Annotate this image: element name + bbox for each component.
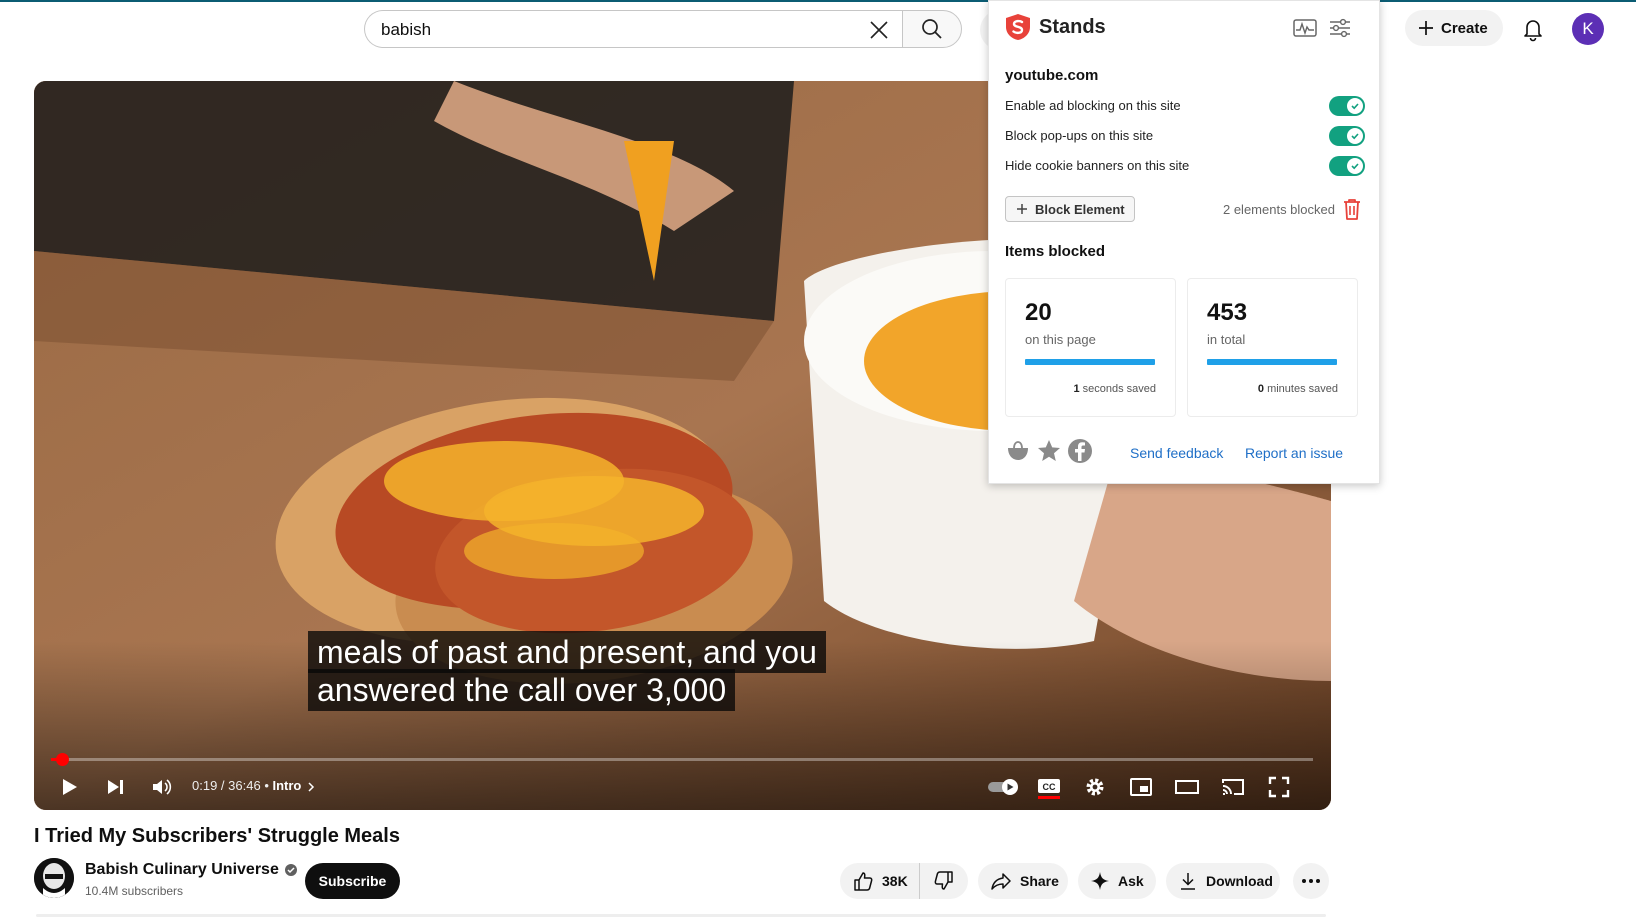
- more-actions-button[interactable]: [1293, 863, 1329, 899]
- window-top-border: [0, 0, 1636, 2]
- subscribe-button[interactable]: Subscribe: [305, 863, 400, 899]
- settings-gear-icon[interactable]: [1080, 772, 1110, 802]
- clear-search-icon[interactable]: [866, 17, 892, 43]
- ask-label: Ask: [1118, 873, 1144, 889]
- search-button[interactable]: [902, 10, 962, 48]
- caption-line: answered the call over 3,000: [308, 669, 736, 711]
- fullscreen-icon[interactable]: [1264, 772, 1294, 802]
- next-icon[interactable]: [100, 772, 130, 802]
- channel-name[interactable]: Babish Culinary Universe: [85, 861, 298, 879]
- time-separator: /: [217, 778, 229, 793]
- closed-captions-icon[interactable]: CC: [1034, 772, 1064, 802]
- popups-toggle[interactable]: [1329, 126, 1365, 146]
- user-avatar[interactable]: K: [1572, 13, 1604, 45]
- like-button[interactable]: 38K: [840, 863, 920, 899]
- more-horizontal-icon: [1301, 878, 1321, 884]
- download-icon: [1178, 871, 1198, 891]
- miniplayer-icon[interactable]: [1126, 772, 1156, 802]
- current-site: youtube.com: [1005, 67, 1099, 84]
- like-count: 38K: [882, 873, 908, 889]
- download-button[interactable]: Download: [1166, 863, 1280, 899]
- total-blocked-count: 453: [1207, 299, 1248, 326]
- extension-header: Stands: [1005, 13, 1106, 41]
- toggle-row-popups: Block pop-ups on this site: [1005, 125, 1365, 147]
- cast-icon[interactable]: [1218, 772, 1248, 802]
- autoplay-toggle-icon[interactable]: [984, 772, 1024, 802]
- elements-blocked-count: 2 elements blocked: [1222, 202, 1335, 217]
- check-icon: [1347, 128, 1363, 144]
- plus-icon: [1016, 203, 1028, 215]
- page-blocked-label: on this page: [1025, 332, 1096, 347]
- stands-extension-popup: Stands youtube.com Enable ad blocking on…: [988, 0, 1380, 484]
- toggle-row-ad-blocking: Enable ad blocking on this site: [1005, 95, 1365, 117]
- block-element-button[interactable]: Block Element: [1005, 196, 1135, 222]
- toggle-label: Block pop-ups on this site: [1005, 128, 1154, 143]
- dislike-button[interactable]: [920, 863, 968, 899]
- search-box[interactable]: [364, 10, 902, 49]
- toggle-label: Enable ad blocking on this site: [1005, 98, 1181, 113]
- verified-badge-icon: [284, 863, 298, 877]
- video-title: I Tried My Subscribers' Struggle Meals: [34, 825, 400, 847]
- play-icon[interactable]: [54, 772, 84, 802]
- chrome-store-icon[interactable]: [1005, 438, 1031, 464]
- chapter-title[interactable]: Intro: [272, 778, 301, 793]
- ad-blocking-toggle[interactable]: [1329, 96, 1365, 116]
- activity-chart-icon[interactable]: [1293, 18, 1317, 38]
- player-controls: 0:19 / 36:46 • Intro CC: [34, 764, 1331, 810]
- plus-icon: [1417, 19, 1435, 37]
- page-blocked-count: 20: [1025, 299, 1052, 326]
- extension-name: Stands: [1039, 15, 1106, 38]
- ask-button[interactable]: Ask: [1078, 863, 1156, 899]
- page-stat-bar: [1025, 359, 1155, 365]
- download-label: Download: [1206, 873, 1273, 889]
- chevron-right-icon[interactable]: [305, 781, 317, 793]
- total-time: 36:46: [228, 778, 261, 793]
- time-display: 0:19 / 36:46 • Intro: [192, 778, 317, 793]
- share-arrow-icon: [990, 870, 1012, 892]
- thumbs-up-icon: [852, 870, 874, 892]
- share-button[interactable]: Share: [978, 863, 1068, 899]
- chapter-separator: •: [260, 778, 273, 793]
- create-label: Create: [1441, 19, 1488, 37]
- items-blocked-heading: Items blocked: [1005, 243, 1106, 260]
- send-feedback-link[interactable]: Send feedback: [1130, 445, 1223, 461]
- total-stat-bar: [1207, 359, 1337, 365]
- progress-bar[interactable]: [51, 753, 1313, 766]
- channel-avatar[interactable]: [34, 858, 74, 898]
- caption-line: meals of past and present, and you: [308, 631, 826, 673]
- like-dislike-group: 38K: [840, 863, 968, 899]
- thumbs-down-icon: [933, 870, 955, 892]
- stat-card-this-page: 20 on this page 1 seconds saved: [1005, 278, 1176, 417]
- star-rating-icon[interactable]: [1036, 438, 1062, 464]
- block-element-label: Block Element: [1035, 201, 1125, 217]
- bell-icon[interactable]: [1518, 14, 1548, 44]
- facebook-icon[interactable]: [1067, 438, 1093, 464]
- current-time: 0:19: [192, 778, 218, 793]
- cookie-banners-toggle[interactable]: [1329, 156, 1365, 176]
- toggle-row-cookie-banners: Hide cookie banners on this site: [1005, 155, 1365, 177]
- report-issue-link[interactable]: Report an issue: [1245, 445, 1343, 461]
- search-icon: [921, 18, 943, 40]
- svg-text:CC: CC: [1043, 782, 1056, 792]
- settings-sliders-icon[interactable]: [1329, 18, 1351, 38]
- theater-mode-icon[interactable]: [1172, 772, 1202, 802]
- total-time-saved: 0 minutes saved: [1257, 383, 1338, 395]
- check-icon: [1347, 98, 1363, 114]
- subscriber-count: 10.4M subscribers: [85, 884, 184, 898]
- sparkle-icon: [1090, 871, 1110, 891]
- stat-card-total: 453 in total 0 minutes saved: [1187, 278, 1358, 417]
- toggle-label: Hide cookie banners on this site: [1005, 158, 1190, 173]
- check-icon: [1347, 158, 1363, 174]
- trash-icon[interactable]: [1341, 197, 1363, 221]
- create-button[interactable]: Create: [1405, 10, 1503, 46]
- share-label: Share: [1020, 873, 1059, 889]
- stands-logo-icon: [1005, 13, 1031, 41]
- page-time-saved: 1 seconds saved: [1073, 383, 1156, 395]
- total-blocked-label: in total: [1207, 332, 1246, 347]
- search-input[interactable]: [379, 11, 823, 49]
- volume-icon[interactable]: [146, 772, 176, 802]
